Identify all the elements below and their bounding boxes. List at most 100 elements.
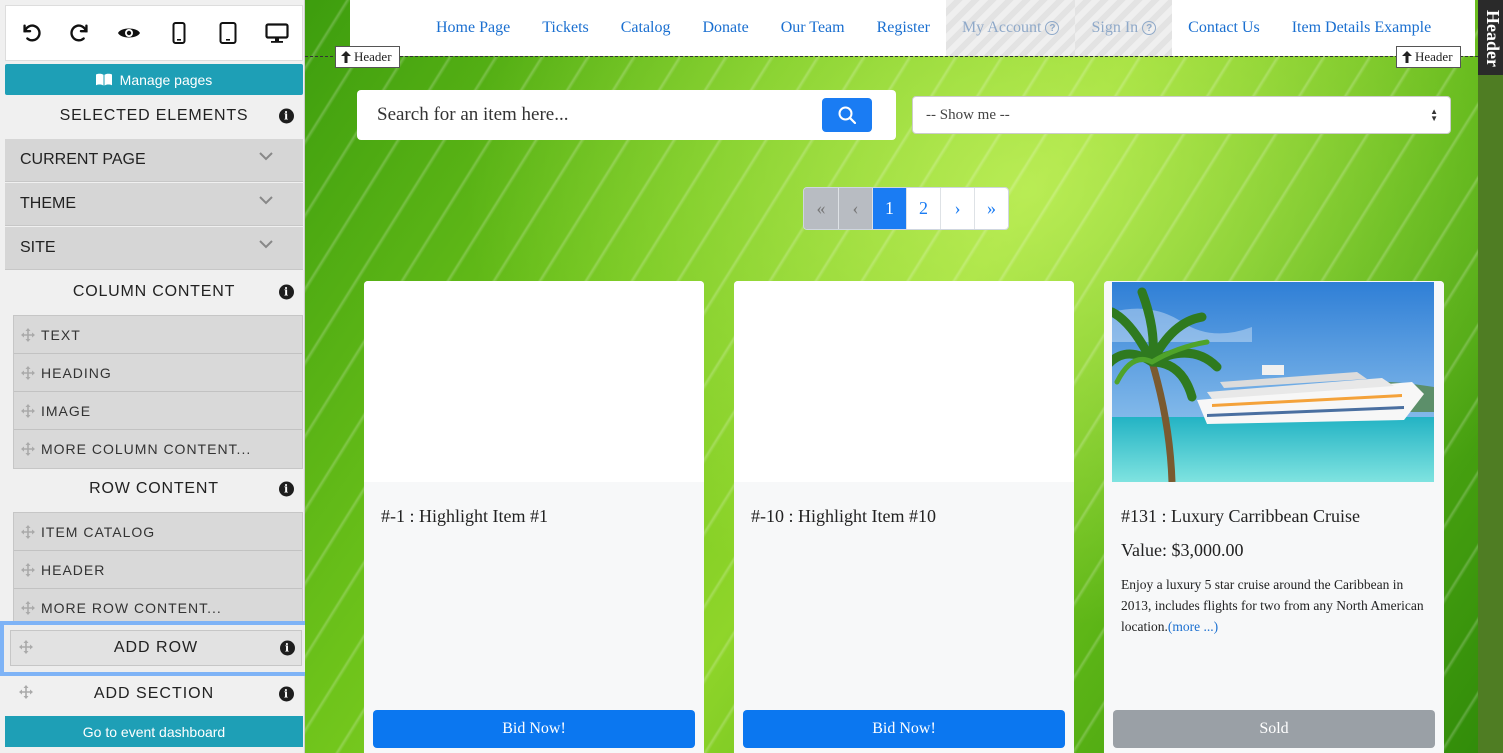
chevron-down-icon	[259, 240, 273, 249]
move-icon	[21, 442, 35, 456]
tablet-icon	[219, 22, 237, 44]
add-section-button[interactable]: ADD SECTION i	[5, 676, 303, 712]
nav-our-team[interactable]: Our Team	[765, 0, 861, 56]
info-icon[interactable]: i	[280, 640, 295, 656]
move-icon	[21, 524, 35, 539]
nav-donate[interactable]: Donate	[687, 0, 765, 56]
info-icon[interactable]: i	[279, 686, 294, 702]
element-label: MORE ROW CONTENT...	[41, 600, 222, 616]
nav-sign-in[interactable]: Sign In?	[1075, 0, 1173, 56]
info-icon[interactable]: i	[279, 108, 294, 124]
nav-contact-us[interactable]: Contact Us	[1172, 0, 1276, 56]
element-item-catalog[interactable]: ITEM CATALOG	[14, 513, 302, 551]
page-1[interactable]: 1	[872, 188, 906, 229]
item-card: #-10 : Highlight Item #10 Bid Now!	[734, 281, 1074, 753]
header-tag-left[interactable]: Header	[335, 46, 400, 68]
search-input[interactable]	[377, 104, 797, 126]
info-icon[interactable]: i	[279, 284, 294, 300]
nav-sign-in-label: Sign In	[1091, 19, 1139, 36]
tablet-view-button[interactable]	[203, 5, 252, 61]
move-icon	[21, 365, 35, 380]
undo-button[interactable]	[6, 5, 55, 61]
show-me-select[interactable]: -- Show me -- ▲ ▼	[912, 96, 1451, 134]
page-last[interactable]: »	[974, 188, 1008, 229]
phone-icon	[172, 22, 186, 44]
search-icon	[838, 106, 856, 124]
right-edge-strip	[1478, 0, 1503, 753]
element-header[interactable]: HEADER	[14, 551, 302, 589]
desktop-view-button[interactable]	[253, 5, 302, 61]
add-section-label: ADD SECTION	[93, 685, 215, 702]
header-tag-right[interactable]: Header	[1396, 46, 1461, 68]
nav-register[interactable]: Register	[861, 0, 946, 56]
row-content-label: ROW CONTENT	[89, 480, 219, 497]
section-boundary	[305, 56, 1478, 57]
redo-button[interactable]	[55, 5, 104, 61]
accordion-label: SITE	[20, 239, 56, 256]
page-first[interactable]: «	[804, 188, 838, 229]
editor-toolbar	[5, 5, 303, 61]
bid-now-button[interactable]: Bid Now!	[373, 710, 695, 748]
header-tag-label: Header	[354, 49, 392, 64]
element-label: MORE COLUMN CONTENT...	[41, 441, 252, 457]
move-icon	[21, 403, 35, 418]
nav-my-account-label: My Account	[961, 19, 1042, 36]
nav-tickets[interactable]: Tickets	[526, 0, 605, 56]
manage-pages-label: Manage pages	[119, 71, 213, 88]
cruise-ship-image[interactable]	[1112, 282, 1434, 482]
nav-home-page[interactable]: Home Page	[420, 0, 526, 56]
move-icon	[21, 327, 35, 342]
select-arrows-icon: ▲ ▼	[1430, 107, 1438, 123]
nav-catalog[interactable]: Catalog	[605, 0, 687, 56]
element-heading[interactable]: HEADING	[14, 354, 302, 392]
preview-button[interactable]	[105, 5, 154, 61]
chevron-down-icon	[259, 196, 273, 205]
item-title[interactable]: #-1 : Highlight Item #1	[381, 506, 548, 527]
show-me-value: -- Show me --	[926, 106, 1010, 123]
manage-pages-button[interactable]: Manage pages	[5, 64, 303, 95]
eye-icon	[118, 28, 141, 38]
page-next[interactable]: ›	[940, 188, 974, 229]
event-dashboard-label: Go to event dashboard	[82, 723, 226, 740]
column-content-label: COLUMN CONTENT	[72, 283, 236, 300]
accordion-theme[interactable]: THEME	[5, 183, 303, 226]
item-card: #131 : Luxury Carribbean Cruise Value: $…	[1104, 281, 1444, 753]
editor-sidebar: Manage pages SELECTED ELEMENTS i CURRENT…	[0, 0, 312, 753]
header-side-label-text: Header	[1483, 10, 1503, 67]
book-icon	[95, 73, 112, 86]
accordion-site[interactable]: SITE	[5, 227, 303, 270]
page-preview: Header Home Page Tickets Catalog Donate …	[305, 0, 1503, 753]
page-prev[interactable]: ‹	[838, 188, 872, 229]
item-title[interactable]: #-10 : Highlight Item #10	[751, 506, 936, 527]
info-icon[interactable]: i	[279, 481, 294, 497]
element-text[interactable]: TEXT	[14, 316, 302, 354]
element-image[interactable]: IMAGE	[14, 392, 302, 430]
bid-now-button[interactable]: Bid Now!	[743, 710, 1065, 748]
item-image[interactable]	[364, 281, 704, 482]
element-more-column-content[interactable]: MORE COLUMN CONTENT...	[14, 430, 302, 468]
header-side-label: Header	[1478, 0, 1503, 75]
nav-my-account[interactable]: My Account?	[945, 0, 1076, 56]
add-row-label: ADD ROW	[113, 639, 199, 656]
accordion-label: THEME	[20, 195, 76, 212]
column-content-list: TEXT HEADING IMAGE MORE COLUMN CONTENT..…	[13, 315, 303, 469]
item-title[interactable]: #131 : Luxury Carribbean Cruise	[1121, 506, 1360, 527]
move-icon	[21, 601, 35, 615]
search-button[interactable]	[822, 98, 872, 132]
selected-elements-heading: SELECTED ELEMENTS i	[5, 95, 303, 137]
item-value: Value: $3,000.00	[1121, 540, 1244, 560]
selected-elements-label: SELECTED ELEMENTS	[59, 107, 249, 124]
element-label: HEADING	[41, 364, 112, 381]
question-icon: ?	[1142, 21, 1157, 35]
sold-button[interactable]: Sold	[1113, 710, 1435, 748]
more-link[interactable]: (more ...)	[1168, 619, 1218, 634]
mobile-view-button[interactable]	[154, 5, 203, 61]
accordion-current-page[interactable]: CURRENT PAGE	[5, 139, 303, 182]
add-row-button[interactable]: ADD ROW i	[10, 630, 302, 666]
event-dashboard-button[interactable]: Go to event dashboard	[5, 716, 303, 747]
element-label: TEXT	[41, 326, 81, 343]
page-2[interactable]: 2	[906, 188, 940, 229]
item-image[interactable]	[734, 281, 1074, 482]
redo-icon	[70, 24, 88, 42]
move-icon	[19, 685, 33, 704]
